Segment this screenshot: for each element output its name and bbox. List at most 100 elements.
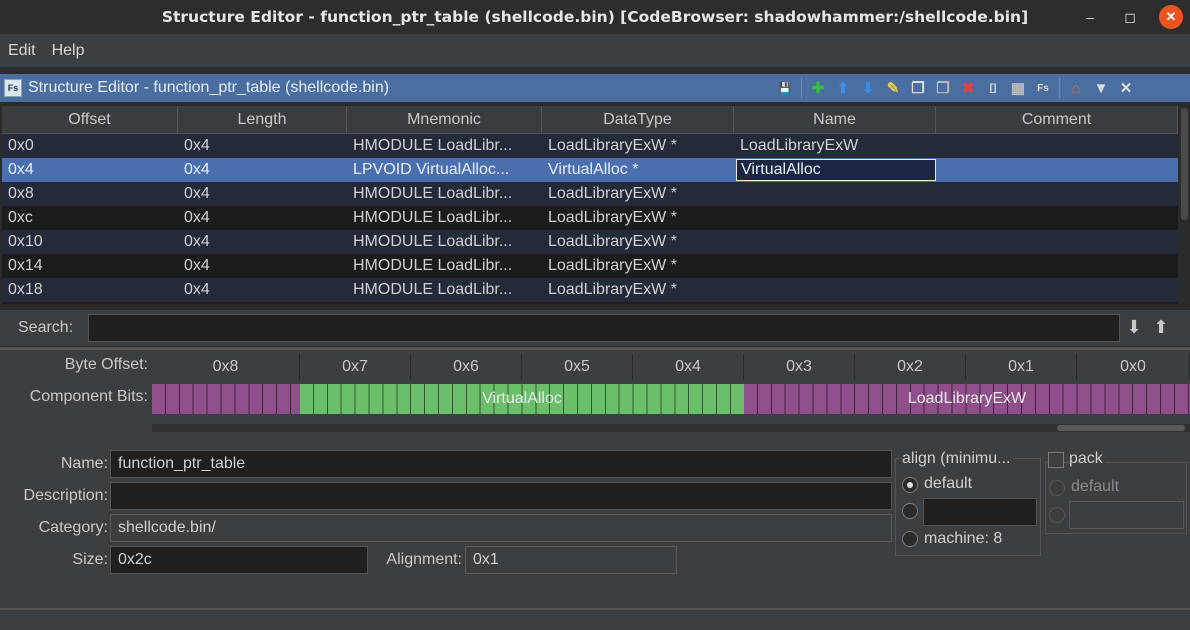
cell-offset[interactable]: 0x10 [2,230,178,254]
cell-name[interactable] [734,254,936,278]
clear-icon[interactable]: ✎ [884,79,902,97]
cell-offset[interactable]: 0x18 [2,278,178,302]
cell-datatype[interactable]: VirtualAlloc * [542,158,734,182]
align-default-label: default [924,475,973,492]
menu-dropdown-icon[interactable]: ▼ [1092,79,1110,97]
align-machine-radio[interactable] [902,531,918,547]
table-row[interactable]: 0x18 0x4 HMODULE LoadLibr... LoadLibraryExW… [2,278,1178,302]
cell-datatype[interactable]: LoadLibraryExW * [542,206,734,230]
home-icon[interactable]: ⌂ [1067,79,1085,97]
cell-length[interactable]: 0x4 [178,134,347,158]
window-title-bar: Structure Editor - function_ptr_table (s… [0,0,1190,34]
cell-name[interactable] [734,206,936,230]
cell-mnemonic[interactable]: HMODULE LoadLibr... [347,278,542,302]
pack-default-label: default [1071,478,1120,495]
cell-length[interactable]: 0x4 [178,230,347,254]
cell-datatype[interactable]: LoadLibraryExW * [542,230,734,254]
bitview-horizontal-scrollbar[interactable] [152,424,1190,432]
description-field[interactable] [110,482,892,510]
cell-offset[interactable]: 0x4 [2,158,178,182]
cell-comment[interactable] [936,134,1178,158]
search-bar: Search: ⬇ ⬆ [0,310,1190,346]
cell-comment[interactable] [936,278,1178,302]
component-bits-segment[interactable]: LoadLibraryExW [744,384,1190,414]
table-row[interactable]: 0x0 0x4 HMODULE LoadLibr... LoadLibraryExW … [2,134,1178,158]
cell-mnemonic[interactable]: HMODULE LoadLibr... [347,230,542,254]
move-down-icon[interactable]: ⬇ [859,79,877,97]
cell-name[interactable] [734,278,936,302]
cell-length[interactable]: 0x4 [178,278,347,302]
add-icon[interactable]: ✚ [809,79,827,97]
table-vertical-scrollbar[interactable] [1180,106,1190,304]
component-bits-segment[interactable]: VirtualAlloc [300,384,744,414]
table-row[interactable]: 0x4 0x4 LPVOID VirtualAlloc... VirtualAlloc… [2,158,1178,182]
align-default-radio[interactable] [902,477,918,493]
cell-offset[interactable]: 0x0 [2,134,178,158]
delete-icon[interactable]: ✖ [959,79,977,97]
cell-name[interactable]: VirtualAlloc [734,158,936,182]
cell-offset[interactable]: 0xc [2,206,178,230]
cell-comment[interactable] [936,230,1178,254]
search-previous-icon[interactable]: ⬆ [1150,316,1172,338]
cell-offset[interactable]: 0x14 [2,254,178,278]
cell-datatype[interactable]: LoadLibraryExW * [542,182,734,206]
cell-name[interactable]: LoadLibraryExW [734,134,936,158]
cell-length[interactable]: 0x4 [178,158,347,182]
cell-mnemonic[interactable]: HMODULE LoadLibr... [347,206,542,230]
cell-datatype[interactable]: LoadLibraryExW * [542,254,734,278]
cell-mnemonic[interactable]: HMODULE LoadLibr... [347,254,542,278]
column-header-mnemonic[interactable]: Mnemonic [347,106,542,134]
table-row[interactable]: 0x14 0x4 HMODULE LoadLibr... LoadLibraryExW… [2,254,1178,278]
align-explicit-radio[interactable] [902,503,918,519]
menu-edit[interactable]: Edit [0,42,44,60]
align-explicit-field[interactable] [923,498,1037,526]
cell-datatype[interactable]: LoadLibraryExW * [542,278,734,302]
duplicate-multiple-icon[interactable]: ❐ [934,79,952,97]
column-header-comment[interactable]: Comment [936,106,1178,134]
edit-component-icon[interactable]: Fs [1034,79,1052,97]
name-field[interactable]: function_ptr_table [110,450,892,478]
close-panel-icon[interactable]: ✕ [1117,79,1135,97]
cell-name[interactable] [734,230,936,254]
table-row[interactable]: 0x8 0x4 HMODULE LoadLibr... LoadLibraryExW … [2,182,1178,206]
component-bits-segment[interactable] [152,384,300,414]
component-bits-label: Component Bits: [29,388,148,405]
close-window-button[interactable]: ✕ [1159,5,1183,29]
bitview-scroll-thumb[interactable] [1057,425,1185,431]
cell-mnemonic[interactable]: HMODULE LoadLibr... [347,134,542,158]
table-scroll-thumb[interactable] [1181,108,1188,220]
menu-help[interactable]: Help [44,42,93,60]
cell-datatype[interactable]: LoadLibraryExW * [542,134,734,158]
column-header-length[interactable]: Length [178,106,347,134]
size-field[interactable]: 0x2c [110,546,368,574]
pack-checkbox[interactable] [1048,452,1064,468]
cell-length[interactable]: 0x4 [178,254,347,278]
cell-offset[interactable]: 0x8 [2,182,178,206]
search-next-icon[interactable]: ⬇ [1123,316,1145,338]
maximize-button[interactable]: ◻ [1118,5,1142,29]
move-up-icon[interactable]: ⬆ [834,79,852,97]
search-input[interactable] [88,314,1120,342]
cell-name[interactable] [734,182,936,206]
cell-length[interactable]: 0x4 [178,206,347,230]
cell-comment[interactable] [936,206,1178,230]
column-header-name[interactable]: Name [734,106,936,134]
component-bits-row[interactable]: VirtualAlloc LoadLibraryExW [152,384,1190,414]
duplicate-icon[interactable]: ❐ [909,79,927,97]
column-header-offset[interactable]: Offset [2,106,178,134]
cell-mnemonic[interactable]: LPVOID VirtualAlloc... [347,158,542,182]
save-icon[interactable]: 💾 [776,79,794,97]
table-row[interactable]: 0xc 0x4 HMODULE LoadLibr... LoadLibraryExW … [2,206,1178,230]
minimize-button[interactable]: – [1078,5,1102,29]
cell-comment[interactable] [936,158,1178,182]
column-header-datatype[interactable]: DataType [542,106,734,134]
name-edit-field[interactable]: VirtualAlloc [736,159,936,181]
cell-comment[interactable] [936,182,1178,206]
components-table[interactable]: Offset Length Mnemonic DataType Name Comment … [2,106,1178,304]
cell-length[interactable]: 0x4 [178,182,347,206]
array-icon[interactable]: [] [984,79,1002,97]
table-row[interactable]: 0x10 0x4 HMODULE LoadLibr... LoadLibraryExW… [2,230,1178,254]
unpackage-icon[interactable]: ▦ [1009,79,1027,97]
cell-comment[interactable] [936,254,1178,278]
cell-mnemonic[interactable]: HMODULE LoadLibr... [347,182,542,206]
